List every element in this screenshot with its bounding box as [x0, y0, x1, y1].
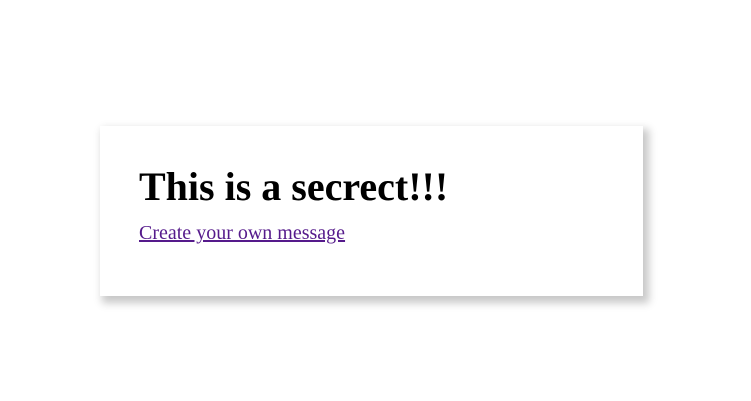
secret-message-heading: This is a secrect!!!: [139, 164, 449, 209]
create-message-link[interactable]: Create your own message: [139, 222, 345, 245]
message-card: This is a secrect!!! Create your own mes…: [100, 126, 643, 296]
